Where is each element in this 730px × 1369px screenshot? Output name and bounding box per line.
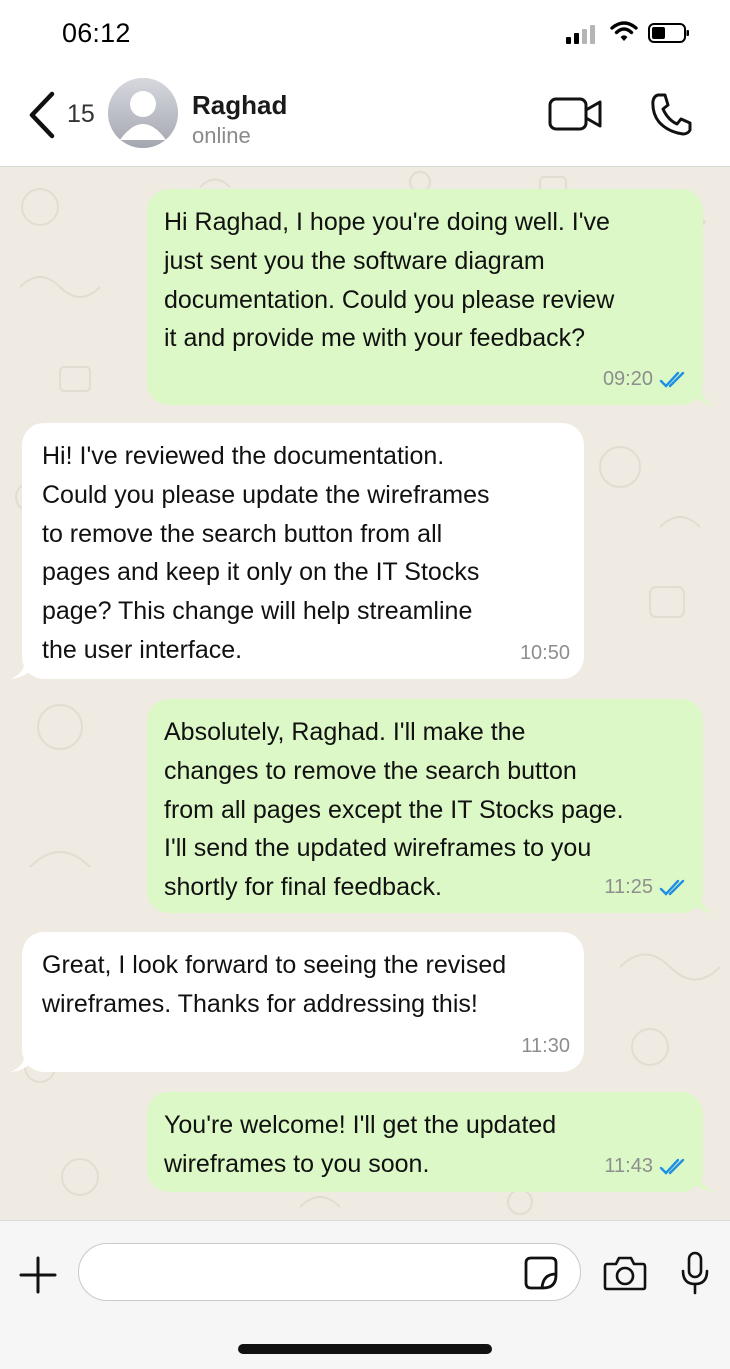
- bubble-tail: [689, 385, 715, 405]
- message-time: 11:43: [604, 1155, 653, 1178]
- status-time: 06:12: [62, 18, 131, 48]
- bubble-tail: [10, 659, 36, 679]
- outgoing-message-bubble[interactable]: Hi Raghad, I hope you're doing well. I'v…: [147, 189, 715, 405]
- message-text: Hi! I've reviewed the documentation. Cou…: [42, 442, 490, 664]
- message-meta: 11:30: [521, 1027, 570, 1066]
- chat-area[interactable]: Hi Raghad, I hope you're doing well. I'v…: [0, 167, 730, 1220]
- message-input[interactable]: [78, 1243, 581, 1301]
- microphone-icon[interactable]: [680, 1251, 710, 1295]
- read-receipt-icon: [659, 879, 685, 896]
- unread-count[interactable]: 15: [67, 100, 95, 129]
- incoming-message-bubble[interactable]: Great, I look forward to seeing the revi…: [10, 932, 584, 1072]
- outgoing-message-bubble[interactable]: You're welcome! I'll get the updated wir…: [147, 1092, 715, 1192]
- message-time: 10:50: [519, 642, 570, 665]
- video-call-icon[interactable]: [548, 96, 604, 132]
- default-avatar-icon: [108, 78, 178, 148]
- read-receipt-icon: [659, 1158, 685, 1175]
- bubble-tail: [689, 1172, 715, 1192]
- contact-avatar[interactable]: [108, 78, 178, 148]
- contact-name[interactable]: Raghad: [192, 90, 287, 121]
- message-meta: 11:25: [604, 868, 689, 907]
- contact-status: online: [192, 123, 251, 148]
- outgoing-message-bubble[interactable]: Absolutely, Raghad. I'll make the change…: [147, 699, 715, 913]
- battery-icon: [648, 23, 689, 43]
- phone-call-icon[interactable]: [650, 92, 692, 136]
- cellular-signal-icon: [566, 25, 595, 44]
- back-chevron-icon[interactable]: [24, 90, 60, 140]
- message-text: Hi Raghad, I hope you're doing well. I'v…: [164, 208, 615, 353]
- message-time: 09:20: [602, 368, 653, 391]
- status-bar: 06:12: [0, 0, 730, 66]
- message-meta: 10:50: [520, 634, 570, 673]
- message-meta: 09:20: [603, 360, 689, 399]
- bubble-tail: [689, 893, 715, 913]
- camera-icon[interactable]: [603, 1255, 647, 1291]
- read-receipt-icon: [659, 371, 685, 388]
- home-indicator: [238, 1344, 492, 1354]
- sticker-icon[interactable]: [523, 1255, 559, 1291]
- message-time: 11:30: [521, 1035, 570, 1058]
- message-composer: [0, 1220, 730, 1369]
- bubble-tail: [10, 1052, 36, 1072]
- wifi-icon: [610, 21, 638, 41]
- message-meta: 11:43: [604, 1147, 689, 1186]
- incoming-message-bubble[interactable]: Hi! I've reviewed the documentation. Cou…: [10, 423, 584, 679]
- chat-header: 15 Raghad online: [0, 66, 730, 167]
- message-text: Great, I look forward to seeing the revi…: [42, 951, 507, 1018]
- message-time: 11:25: [604, 876, 653, 899]
- plus-icon[interactable]: [18, 1255, 58, 1295]
